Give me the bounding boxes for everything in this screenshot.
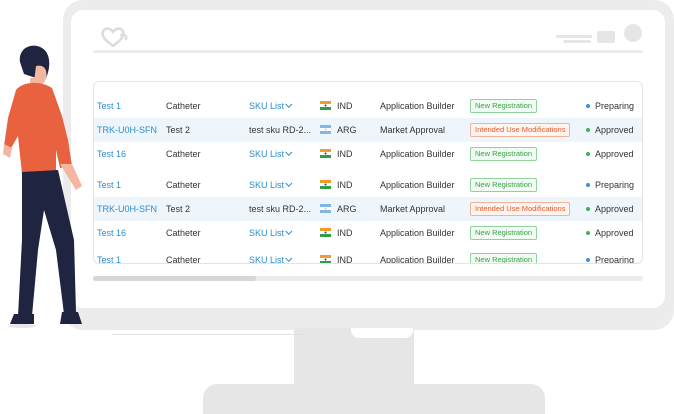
record-id-link[interactable]: TRK-U0H-SFN [97,118,157,142]
process-type: Market Approval [380,204,446,214]
india-flag-icon [320,101,331,110]
sku-list-dropdown[interactable]: SKU List [249,173,315,197]
status-label: Preparing [595,101,635,111]
registration-type-badge: New Registration [470,178,538,192]
country-code: IND [337,255,353,264]
process-type: Application Builder [380,149,455,159]
country-code: IND [337,149,353,159]
india-flag-icon [320,228,331,237]
process-type: Market Approval [380,125,446,135]
status-label: Approved [595,125,634,135]
status-label: Approved [595,228,634,238]
status-dot-icon [586,207,590,211]
chevron-down-icon [285,179,293,187]
sku-label: SKU List [249,228,285,238]
argentina-flag-icon [320,125,331,134]
sku-text: test sku RD-2... [249,118,315,142]
status-label: Approved [595,149,634,159]
horizontal-scrollbar[interactable] [93,276,643,281]
product-name: Catheter [166,180,201,190]
india-flag-icon [320,149,331,158]
table-row[interactable]: Test 1 Catheter SKU List IND Application Bui… [94,94,642,118]
table-row[interactable]: Test 16 Catheter SKU List IND Application Bu… [94,221,642,245]
monitor-screen: Test 1 Catheter SKU List IND Application Bui… [71,10,665,308]
product-name: Test 2 [166,125,191,135]
status-dot-icon [586,183,590,187]
record-id-link[interactable]: Test 1 [97,248,121,263]
registrations-table: Test 1 Catheter SKU List IND Application Bui… [93,81,643,264]
chevron-down-icon [285,100,293,108]
header-placeholder-button [597,31,615,43]
product-name: Catheter [166,101,201,111]
registration-type-badge: New Registration [470,99,538,113]
registration-type-badge: New Registration [470,147,538,161]
sku-label: SKU List [249,149,285,159]
status-dot-icon [586,128,590,132]
india-flag-icon [320,255,331,263]
scrollbar-thumb[interactable] [93,276,256,281]
hand-heart-logo-icon [101,27,128,48]
process-type: Application Builder [380,228,455,238]
country-code: IND [337,101,353,111]
status-dot-icon [586,258,590,262]
product-name: Catheter [166,149,201,159]
country-code: IND [337,228,353,238]
avatar[interactable] [624,24,642,42]
sku-label: test sku RD-2... [249,204,312,214]
process-type: Application Builder [380,180,455,190]
header-placeholder-line [563,40,591,43]
registration-type-badge: New Registration [470,253,538,263]
table-row[interactable]: Test 1 Catheter SKU List IND Application Bui… [94,173,642,197]
sku-text: test sku RD-2... [249,197,315,221]
india-flag-icon [320,180,331,189]
product-name: Test 2 [166,204,191,214]
product-name: Catheter [166,255,201,264]
sku-list-dropdown[interactable]: SKU List [249,142,315,166]
sku-list-dropdown[interactable]: SKU List [249,221,315,245]
sku-label: SKU List [249,255,285,264]
status-dot-icon [586,104,590,108]
header-placeholder-line [556,35,592,38]
status-dot-icon [586,152,590,156]
sku-label: test sku RD-2... [249,125,312,135]
chevron-down-icon [285,148,293,156]
table-row[interactable]: TRK-U0H-SFN Test 2 test sku RD-2... ARG Mark… [94,118,642,142]
sku-list-dropdown[interactable]: SKU List [249,248,315,264]
status-label: Approved [595,204,634,214]
person-illustration [3,45,82,328]
floor-line [112,334,308,335]
monitor-frame: Test 1 Catheter SKU List IND Application Bui… [63,0,674,330]
argentina-flag-icon [320,204,331,213]
status-label: Preparing [595,180,635,190]
sku-label: SKU List [249,180,285,190]
country-code: ARG [337,125,357,135]
country-code: IND [337,180,353,190]
chevron-down-icon [285,227,293,235]
registration-type-badge: Intended Use Modifications [470,123,571,137]
sku-label: SKU List [249,101,285,111]
monitor-stand-base [203,384,545,414]
table-row[interactable]: Test 1 Catheter SKU List IND Application Bui… [94,248,642,264]
record-id-link[interactable]: Test 1 [97,173,121,197]
table-row[interactable]: Test 16 Catheter SKU List IND Application Bu… [94,142,642,166]
record-id-link[interactable]: Test 1 [97,94,121,118]
header-divider [93,50,643,53]
country-code: ARG [337,204,357,214]
sku-list-dropdown[interactable]: SKU List [249,94,315,118]
record-id-link[interactable]: Test 16 [97,142,126,166]
registration-type-badge: New Registration [470,226,538,240]
process-type: Application Builder [380,255,455,264]
process-type: Application Builder [380,101,455,111]
monitor-stand-notch [351,328,413,338]
product-name: Catheter [166,228,201,238]
record-id-link[interactable]: TRK-U0H-SFN [97,197,157,221]
status-dot-icon [586,231,590,235]
table-row[interactable]: TRK-U0H-SFN Test 2 test sku RD-2... ARG Mark… [94,197,642,221]
status-label: Preparing [595,255,635,264]
registration-type-badge: Intended Use Modifications [470,202,571,216]
record-id-link[interactable]: Test 16 [97,221,126,245]
chevron-down-icon [285,254,293,262]
